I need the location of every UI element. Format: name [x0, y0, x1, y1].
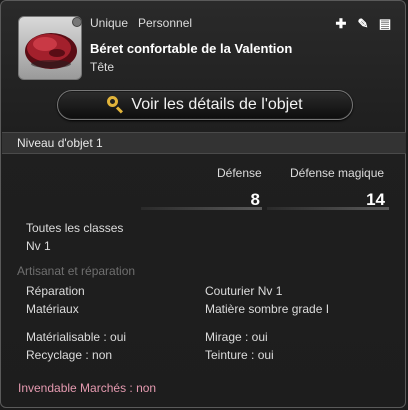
materials-value: Matière sombre grade I: [205, 302, 330, 316]
dye-info: Teinture : oui: [205, 348, 274, 362]
crafting-section-title: Artisanat et réparation: [17, 264, 136, 278]
view-details-button[interactable]: Voir les détails de l'objet: [57, 90, 353, 120]
plus-icon[interactable]: ✚: [333, 16, 349, 32]
item-icon: [18, 16, 82, 80]
materialize-info: Matérialisable : oui: [26, 330, 127, 344]
rarity-label: Unique: [90, 16, 129, 30]
materials-label: Matériaux: [26, 302, 79, 316]
gear-tag-icon[interactable]: ✎: [355, 16, 371, 32]
glamour-info: Mirage : oui: [205, 330, 268, 344]
view-details-label: Voir les détails de l'objet: [131, 96, 303, 113]
repair-label: Réparation: [26, 284, 85, 298]
defense-label: Défense: [217, 166, 262, 180]
classes-level: Nv 1: [26, 239, 51, 253]
item-level: Niveau d'objet 1: [17, 136, 103, 150]
desynth-info: Recyclage : non: [26, 348, 113, 362]
magic-defense-underline: [267, 207, 389, 210]
item-level-bar: Niveau d'objet 1: [2, 132, 406, 154]
classes-label: Toutes les classes: [26, 221, 124, 235]
binding-label: Personnel: [138, 16, 193, 30]
repair-value: Couturier Nv 1: [205, 284, 283, 298]
magnifier-icon: [107, 96, 125, 114]
top-icons: ✚ ✎ ▤: [333, 16, 393, 32]
magic-defense-label: Défense magique: [290, 166, 385, 180]
defense-underline: [141, 207, 262, 210]
item-slot: Tête: [90, 60, 115, 74]
inventory-icon[interactable]: ▤: [377, 16, 393, 32]
item-tooltip: Unique Personnel Béret confortable de la…: [0, 0, 406, 408]
dye-channel-icon: [72, 17, 82, 27]
market-info: Invendable Marchés : non: [18, 381, 157, 395]
item-name: Béret confortable de la Valention: [90, 41, 293, 56]
